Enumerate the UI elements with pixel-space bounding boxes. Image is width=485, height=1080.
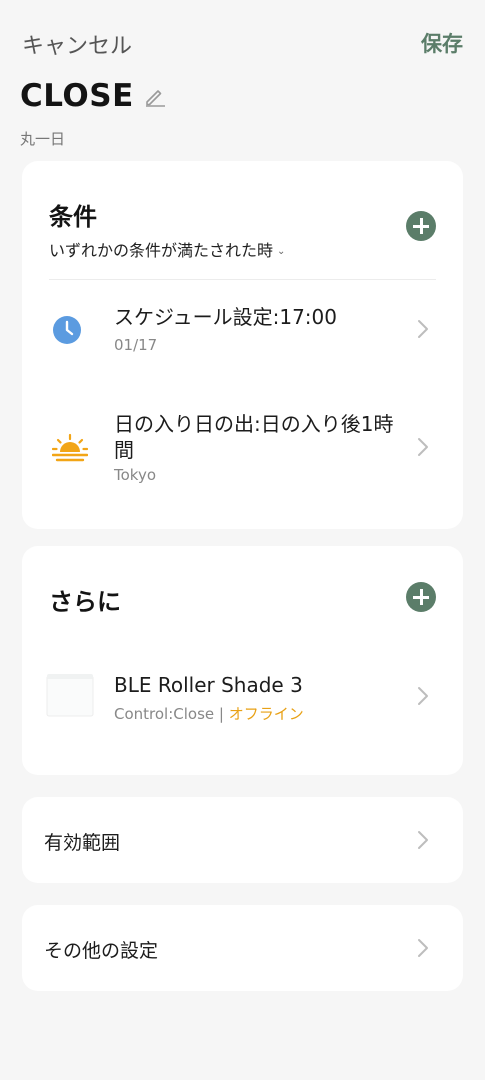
chevron-down-icon: ⌄ xyxy=(277,246,286,257)
sunset-icon xyxy=(51,433,89,467)
condition-match-label: いずれかの条件が満たされた時 xyxy=(49,241,274,260)
add-condition-button[interactable] xyxy=(406,211,436,241)
pencil-icon[interactable] xyxy=(144,85,166,107)
chevron-right-icon xyxy=(417,319,429,339)
condition-label: スケジュール設定:17:00 xyxy=(114,305,337,329)
effective-period-row[interactable]: 有効範囲 xyxy=(22,797,463,883)
scene-title-row[interactable]: CLOSE xyxy=(20,74,166,118)
chevron-right-icon xyxy=(417,830,429,850)
action-label: BLE Roller Shade 3 xyxy=(114,673,303,697)
scene-edit-page: キャンセル 保存 CLOSE 丸一日 条件 いずれかの条件が満たされた時 ⌄ ス… xyxy=(0,0,485,1080)
condition-item-schedule[interactable]: スケジュール設定:17:00 01/17 xyxy=(22,295,463,395)
roller-shade-icon xyxy=(46,672,94,722)
divider xyxy=(49,279,436,280)
scene-subtitle: 丸一日 xyxy=(20,130,66,148)
actions-title: さらに xyxy=(49,588,121,616)
action-sub: Control:Close | オフライン xyxy=(114,703,304,724)
scene-title: CLOSE xyxy=(20,78,134,114)
actions-card: さらに BLE Roller Shade 3 Control:Close | オ… xyxy=(22,546,463,775)
chevron-right-icon xyxy=(417,938,429,958)
condition-sub: 01/17 xyxy=(114,336,158,354)
save-button[interactable]: 保存 xyxy=(421,28,463,58)
offline-status: オフライン xyxy=(228,705,304,723)
condition-item-sunset[interactable]: 日の入り日の出:日の入り後1時間 Tokyo xyxy=(22,407,463,507)
top-bar: キャンセル 保存 xyxy=(22,26,463,60)
condition-sub: Tokyo xyxy=(114,466,156,484)
effective-period-label: 有効範囲 xyxy=(44,832,121,854)
other-settings-label: その他の設定 xyxy=(44,940,159,962)
action-control-text: Control:Close | xyxy=(114,705,229,723)
other-settings-row[interactable]: その他の設定 xyxy=(22,905,463,991)
conditions-card: 条件 いずれかの条件が満たされた時⌄ スケジュール設定:17:00 01/17 xyxy=(22,161,463,529)
cancel-button[interactable]: キャンセル xyxy=(22,28,132,60)
condition-match-selector[interactable]: いずれかの条件が満たされた時 ⌄ xyxy=(49,237,285,261)
clock-icon xyxy=(52,315,82,349)
conditions-title: 条件 xyxy=(49,203,97,231)
action-item-device[interactable]: BLE Roller Shade 3 Control:Close | オフライン xyxy=(22,656,463,736)
chevron-right-icon xyxy=(417,437,429,457)
add-action-button[interactable] xyxy=(406,582,436,612)
condition-label: 日の入り日の出:日の入り後1時間 xyxy=(114,412,394,462)
chevron-right-icon xyxy=(417,686,429,706)
